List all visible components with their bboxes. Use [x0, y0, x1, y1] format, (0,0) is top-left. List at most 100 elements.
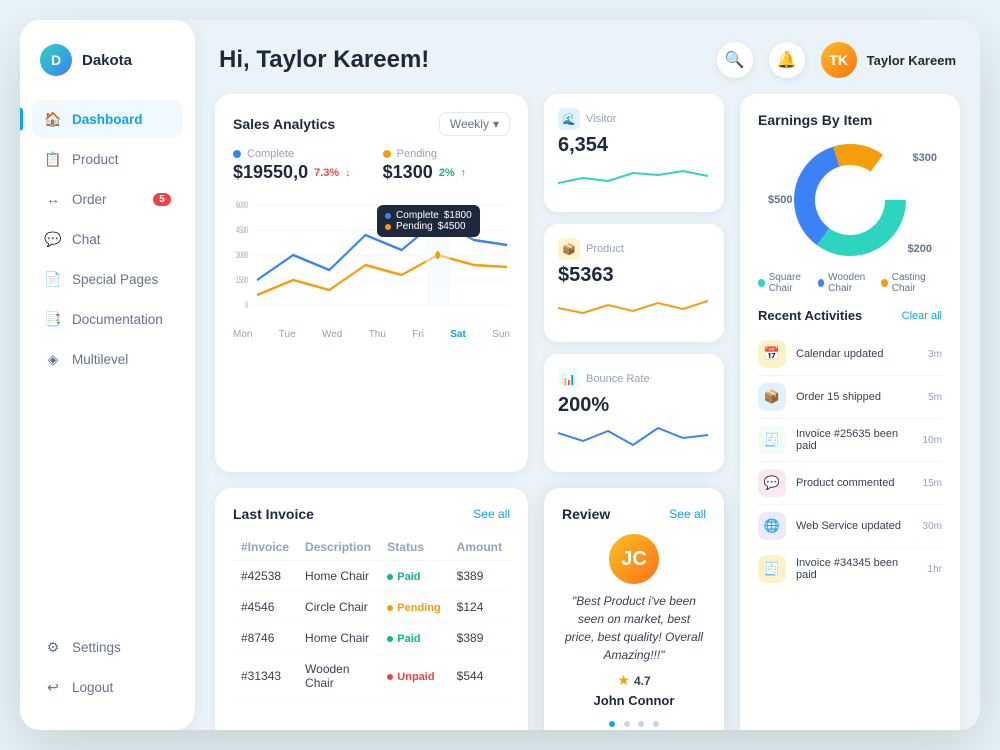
donut-container: $500 $300 $200 — [758, 140, 942, 260]
sidebar-item-special-pages[interactable]: 📄 Special Pages — [32, 260, 183, 298]
sidebar-bottom: ⚙ Settings ↩ Logout — [20, 628, 195, 706]
down-arrow-icon: ↓ — [345, 167, 351, 179]
review-dot-2[interactable] — [624, 721, 630, 727]
user-info[interactable]: TK Taylor Kareem — [821, 42, 956, 78]
wooden-chair-label: Wooden Chair — [828, 272, 881, 294]
activity-calendar-icon: 📅 — [758, 340, 786, 368]
activity-calendar-time: 3m — [928, 349, 942, 360]
review-see-all[interactable]: See all — [669, 507, 706, 521]
sidebar-item-order-label: Order — [72, 192, 107, 207]
invoice-see-all[interactable]: See all — [473, 507, 510, 521]
activity-order-icon: 📦 — [758, 383, 786, 411]
user-name: Taylor Kareem — [867, 53, 956, 68]
invoice-col-invoice: #Invoice — [233, 534, 297, 561]
invoice-title: Last Invoice — [233, 506, 314, 522]
invoice-cell-status: Paid — [379, 561, 448, 592]
review-quote: "Best Product i've been seen on market, … — [562, 592, 706, 664]
invoice-cell-desc: Home Chair — [297, 623, 379, 654]
product-icon: 📋 — [44, 150, 62, 168]
wooden-chair-legend-dot — [818, 279, 825, 287]
donut-legend: Square Chair Wooden Chair Casting Chair — [758, 272, 942, 294]
activity-item: 📅 Calendar updated 3m — [758, 333, 942, 376]
visitor-icon: 🌊 — [558, 108, 580, 130]
activity-web-text: Web Service updated — [796, 520, 913, 532]
review-dot-3[interactable] — [638, 721, 644, 727]
bounce-value: 200% — [558, 394, 710, 417]
svg-text:6000: 6000 — [236, 200, 248, 211]
earnings-donut-chart — [790, 140, 910, 260]
complete-change: 7.3% — [314, 167, 339, 179]
dashboard-grid: Sales Analytics Weekly ▾ Complete $19550… — [195, 94, 980, 730]
logout-icon: ↩ — [44, 678, 62, 696]
invoice-cell-desc: Circle Chair — [297, 592, 379, 623]
invoice-cell-number: #8746 — [233, 623, 297, 654]
donut-label-500: $500 — [768, 194, 792, 206]
activities-title: Recent Activities — [758, 308, 862, 323]
special-pages-icon: 📄 — [44, 270, 62, 288]
sidebar-item-order[interactable]: ↔ Order 5 — [32, 180, 183, 218]
bell-icon: 🔔 — [777, 50, 797, 70]
sidebar: D Dakota 🏠 Dashboard 📋 Product ↔ Order 5… — [20, 20, 195, 730]
sidebar-item-logout-label: Logout — [72, 680, 113, 695]
sidebar-item-special-pages-label: Special Pages — [72, 272, 158, 287]
order-icon: ↔ — [44, 190, 62, 208]
chart-area: 6000 4500 3000 1500 0 — [233, 195, 510, 325]
activity-item: 🧾 Invoice #34345 been paid 1hr — [758, 548, 942, 590]
sidebar-nav: 🏠 Dashboard 📋 Product ↔ Order 5 💬 Chat 📄… — [20, 100, 195, 628]
invoice-row: #8746 Home Chair Paid $389 — [233, 623, 510, 654]
bounce-icon: 📊 — [558, 368, 580, 390]
logo-text: Dakota — [82, 52, 132, 69]
svg-text:1500: 1500 — [236, 275, 248, 286]
weekly-button[interactable]: Weekly ▾ — [439, 112, 510, 136]
activity-calendar-text: Calendar updated — [796, 348, 918, 360]
sidebar-item-logout[interactable]: ↩ Logout — [32, 668, 183, 706]
sidebar-item-chat[interactable]: 💬 Chat — [32, 220, 183, 258]
user-avatar: TK — [821, 42, 857, 78]
review-title: Review — [562, 506, 610, 522]
square-chair-legend-dot — [758, 279, 765, 287]
activity-web-icon: 🌐 — [758, 512, 786, 540]
header-actions: 🔍 🔔 TK Taylor Kareem — [717, 42, 956, 78]
activity-order-time: 5m — [928, 392, 942, 403]
svg-text:0: 0 — [245, 300, 248, 311]
chevron-down-icon: ▾ — [493, 117, 499, 131]
invoice-cell-number: #4546 — [233, 592, 297, 623]
stats-column: 🌊 Visitor 6,354 📦 Product $5363 — [544, 94, 724, 472]
bounce-stat-card: 📊 Bounce Rate 200% — [544, 354, 724, 472]
invoice-col-amount: Amount — [449, 534, 510, 561]
activities-header: Recent Activities Clear all — [758, 308, 942, 323]
activity-invoice-text: Invoice #25635 been paid — [796, 428, 913, 452]
invoice-row: #4546 Circle Chair Pending $124 — [233, 592, 510, 623]
main-content: Hi, Taylor Kareem! 🔍 🔔 TK Taylor Kareem — [195, 20, 980, 730]
invoice-table: #Invoice Description Status Amount #4253… — [233, 534, 510, 699]
home-icon: 🏠 — [44, 110, 62, 128]
up-arrow-icon: ↑ — [461, 167, 467, 179]
earnings-title: Earnings By Item — [758, 112, 872, 128]
sidebar-item-settings[interactable]: ⚙ Settings — [32, 628, 183, 666]
page-title: Hi, Taylor Kareem! — [219, 46, 429, 74]
pending-metric: Pending $1300 2% ↑ — [383, 148, 466, 183]
product-stat-card: 📦 Product $5363 — [544, 224, 724, 342]
invoice-card: Last Invoice See all #Invoice Descriptio… — [215, 488, 528, 730]
search-icon: 🔍 — [725, 50, 745, 70]
order-badge: 5 — [153, 193, 171, 206]
multilevel-icon: ◈ — [44, 350, 62, 368]
activity-item: 🌐 Web Service updated 30m — [758, 505, 942, 548]
activity-web-time: 30m — [923, 521, 942, 532]
app-container: D Dakota 🏠 Dashboard 📋 Product ↔ Order 5… — [20, 20, 980, 730]
activity-comment-icon: 💬 — [758, 469, 786, 497]
earnings-card: Earnings By Item $500 $300 — [740, 94, 960, 730]
sidebar-item-documentation[interactable]: 📑 Documentation — [32, 300, 183, 338]
sidebar-item-documentation-label: Documentation — [72, 312, 163, 327]
clear-all-button[interactable]: Clear all — [902, 310, 942, 322]
sidebar-item-dashboard[interactable]: 🏠 Dashboard — [32, 100, 183, 138]
sidebar-item-multilevel[interactable]: ◈ Multilevel — [32, 340, 183, 378]
notifications-button[interactable]: 🔔 — [769, 42, 805, 78]
logo-icon: D — [40, 44, 72, 76]
review-dot-1[interactable] — [609, 721, 615, 727]
review-dot-4[interactable] — [653, 721, 659, 727]
activity-invoice2-text: Invoice #34345 been paid — [796, 557, 918, 581]
invoice-col-desc: Description — [297, 534, 379, 561]
search-button[interactable]: 🔍 — [717, 42, 753, 78]
sidebar-item-product[interactable]: 📋 Product — [32, 140, 183, 178]
